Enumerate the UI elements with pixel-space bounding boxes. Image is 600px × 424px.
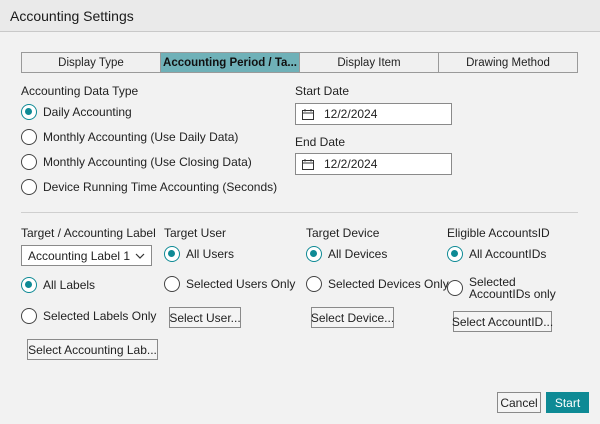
- radio-circle: [306, 276, 322, 292]
- radio-circle: [21, 104, 37, 120]
- dialog-titlebar: Accounting Settings: [0, 0, 600, 32]
- tab-label: Accounting Period / Ta...: [163, 56, 297, 69]
- calendar-icon: [302, 108, 314, 120]
- radio-circle: [21, 129, 37, 145]
- select-value: Accounting Label 1: [28, 248, 131, 263]
- radio-monthly-daily[interactable]: Monthly Accounting (Use Daily Data): [21, 129, 238, 145]
- radio-device-running-time[interactable]: Device Running Time Accounting (Seconds): [21, 179, 277, 195]
- radio-circle: [306, 246, 322, 262]
- radio-daily-accounting[interactable]: Daily Accounting: [21, 104, 132, 120]
- radio-all-labels[interactable]: All Labels: [21, 277, 95, 293]
- eligible-accounts-heading: Eligible AccountsID: [447, 226, 550, 240]
- radio-circle: [21, 154, 37, 170]
- tab-display-type[interactable]: Display Type: [22, 53, 161, 72]
- tab-drawing-method[interactable]: Drawing Method: [439, 53, 577, 72]
- select-accounting-label-button[interactable]: Select Accounting Lab...: [27, 339, 158, 360]
- radio-monthly-closing[interactable]: Monthly Accounting (Use Closing Data): [21, 154, 252, 170]
- tab-label: Drawing Method: [466, 56, 550, 69]
- start-date-value: 12/2/2024: [324, 107, 378, 121]
- tab-label: Display Type: [58, 56, 124, 69]
- radio-circle: [21, 179, 37, 195]
- radio-label: Selected Devices Only: [328, 277, 449, 291]
- radio-label: All AccountIDs: [469, 247, 547, 261]
- radio-all-users[interactable]: All Users: [164, 246, 234, 262]
- radio-selected-accountids[interactable]: Selected AccountIDs only: [447, 276, 579, 300]
- radio-label: Selected Users Only: [186, 277, 296, 291]
- radio-selected-users[interactable]: Selected Users Only: [164, 276, 295, 292]
- radio-circle: [164, 246, 180, 262]
- tab-display-item[interactable]: Display Item: [300, 53, 439, 72]
- tab-accounting-period[interactable]: Accounting Period / Ta...: [161, 53, 300, 72]
- target-user-heading: Target User: [164, 226, 227, 240]
- radio-label: All Labels: [43, 278, 96, 292]
- radio-label: Selected Labels Only: [43, 309, 157, 323]
- dialog-title: Accounting Settings: [10, 8, 134, 24]
- radio-label: Monthly Accounting (Use Daily Data): [43, 130, 239, 144]
- accounting-label-select[interactable]: Accounting Label 1: [21, 245, 152, 266]
- start-date-label: Start Date: [295, 84, 350, 98]
- select-accountid-button[interactable]: Select AccountID...: [452, 311, 553, 332]
- target-device-heading: Target Device: [306, 226, 380, 240]
- chevron-down-icon: [135, 253, 145, 259]
- section-divider: [21, 212, 578, 213]
- radio-circle: [447, 246, 463, 262]
- end-date-field[interactable]: 12/2/2024: [295, 153, 452, 175]
- radio-label: Monthly Accounting (Use Closing Data): [43, 155, 252, 169]
- end-date-label: End Date: [295, 135, 346, 149]
- radio-label: Selected AccountIDs only: [469, 275, 556, 301]
- radio-all-accountids[interactable]: All AccountIDs: [447, 246, 546, 262]
- radio-circle: [447, 280, 463, 296]
- radio-circle: [164, 276, 180, 292]
- select-device-button[interactable]: Select Device...: [311, 307, 394, 328]
- start-button[interactable]: Start: [546, 392, 589, 413]
- start-date-field[interactable]: 12/2/2024: [295, 103, 452, 125]
- tab-label: Display Item: [337, 56, 401, 69]
- end-date-value: 12/2/2024: [324, 157, 378, 171]
- accounting-data-type-heading: Accounting Data Type: [21, 84, 139, 98]
- cancel-button[interactable]: Cancel: [497, 392, 541, 413]
- radio-label: Daily Accounting: [43, 105, 132, 119]
- radio-label: All Devices: [328, 247, 388, 261]
- radio-label: Device Running Time Accounting (Seconds): [43, 180, 278, 194]
- select-user-button[interactable]: Select User...: [169, 307, 241, 328]
- radio-label: All Users: [186, 247, 235, 261]
- radio-selected-labels[interactable]: Selected Labels Only: [21, 308, 156, 324]
- tab-bar: Display Type Accounting Period / Ta... D…: [21, 52, 578, 73]
- radio-circle: [21, 277, 37, 293]
- radio-selected-devices[interactable]: Selected Devices Only: [306, 276, 449, 292]
- calendar-icon: [302, 158, 314, 170]
- radio-circle: [21, 308, 37, 324]
- target-label-heading: Target / Accounting Label: [21, 226, 156, 240]
- radio-all-devices[interactable]: All Devices: [306, 246, 387, 262]
